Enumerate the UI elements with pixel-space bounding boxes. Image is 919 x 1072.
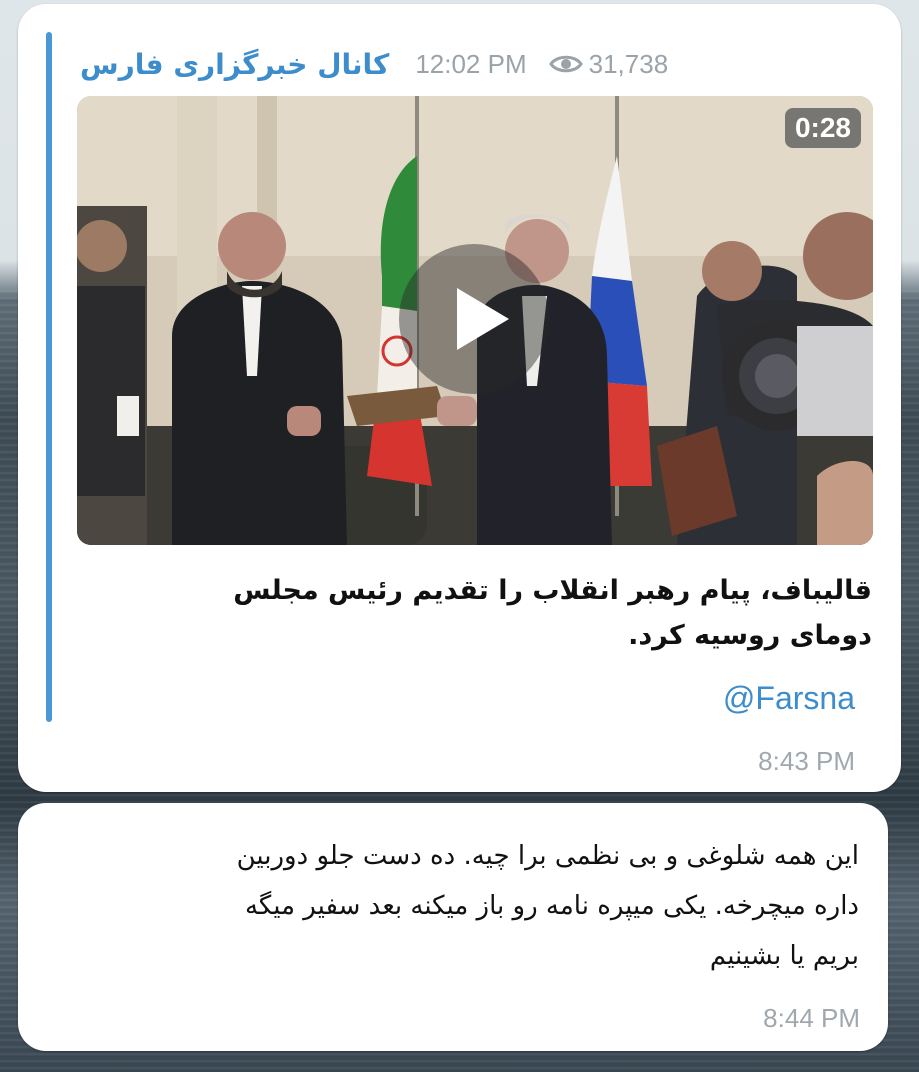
reply-message-text: این همه شلوغی و بی نظمی برا چیه. ده دست … <box>54 831 859 981</box>
channel-mention-link[interactable]: @Farsna <box>723 680 855 717</box>
play-button[interactable] <box>399 244 549 394</box>
message-time: 8:43 PM <box>758 746 855 776</box>
eye-icon <box>548 55 583 73</box>
message-time: 8:44 PM <box>763 1003 860 1033</box>
reply-line: بریم یا بشینیم <box>709 941 859 971</box>
view-count: 31,738 <box>548 48 669 80</box>
reply-line: داره میچرخه. یکی میپره نامه رو باز میکنه… <box>244 891 859 921</box>
forwarded-post-bubble[interactable]: کانال خبرگزاری فارس 12:02 PM 31,738 0:28… <box>18 4 901 792</box>
post-time: 12:02 PM <box>415 48 527 79</box>
play-icon <box>457 288 509 350</box>
reply-message-bubble[interactable]: این همه شلوغی و بی نظمی برا چیه. ده دست … <box>18 803 888 1051</box>
video-duration-badge: 0:28 <box>784 108 861 148</box>
reply-line: این همه شلوغی و بی نظمی برا چیه. ده دست … <box>236 841 859 871</box>
video-thumbnail[interactable]: 0:28 <box>77 96 873 545</box>
forward-quote-bar <box>46 32 52 722</box>
caption-line: دومای روسیه کرد. <box>628 620 872 651</box>
post-caption: قالیباف، پیام رهبر انقلاب را تقدیم رئیس … <box>80 568 872 658</box>
caption-line: قالیباف، پیام رهبر انقلاب را تقدیم رئیس … <box>233 575 872 606</box>
post-header: کانال خبرگزاری فارس 12:02 PM 31,738 <box>80 42 668 86</box>
channel-name[interactable]: کانال خبرگزاری فارس <box>80 48 389 81</box>
view-count-value: 31,738 <box>588 48 669 79</box>
